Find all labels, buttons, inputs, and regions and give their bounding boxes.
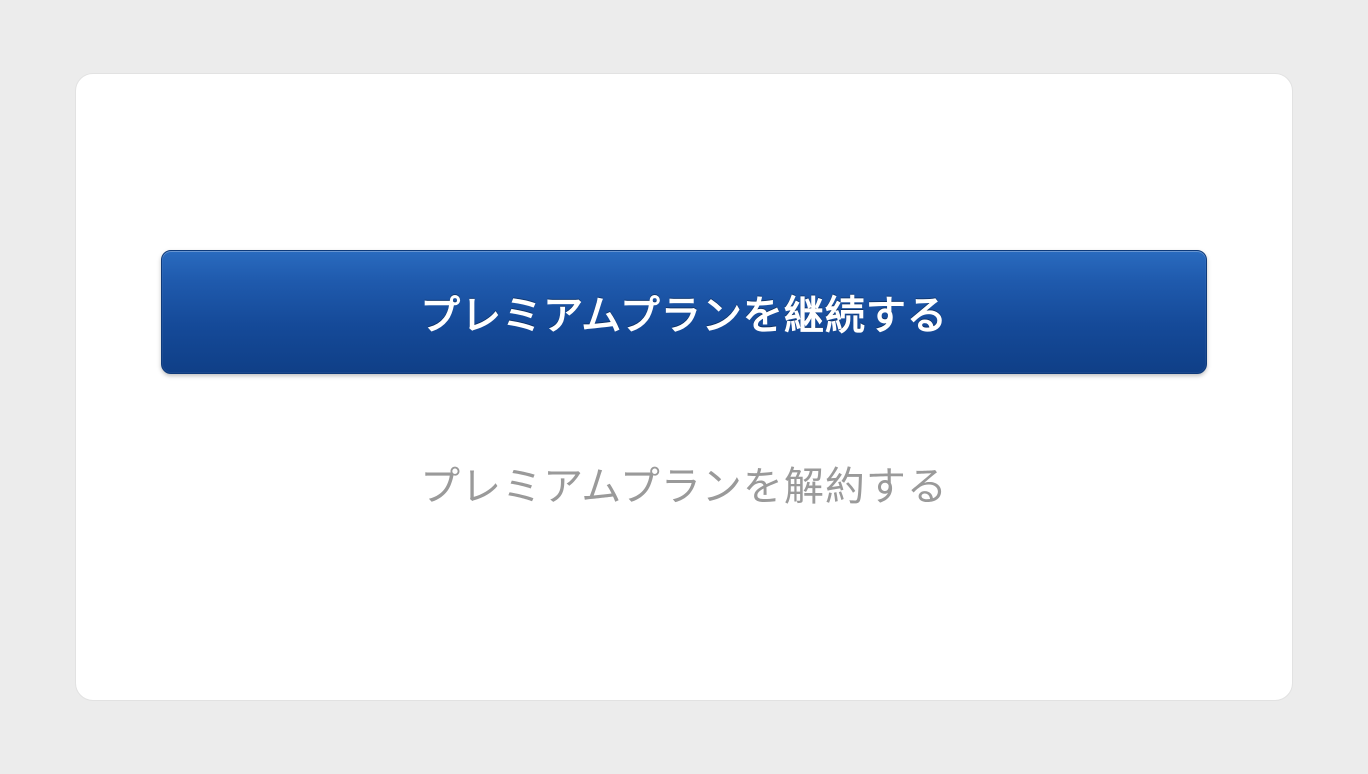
continue-premium-button[interactable]: プレミアムプランを継続する (161, 250, 1207, 374)
dialog-card: プレミアムプランを継続する プレミアムプランを解約する (75, 73, 1293, 701)
cancel-premium-link[interactable]: プレミアムプランを解約する (420, 454, 948, 512)
